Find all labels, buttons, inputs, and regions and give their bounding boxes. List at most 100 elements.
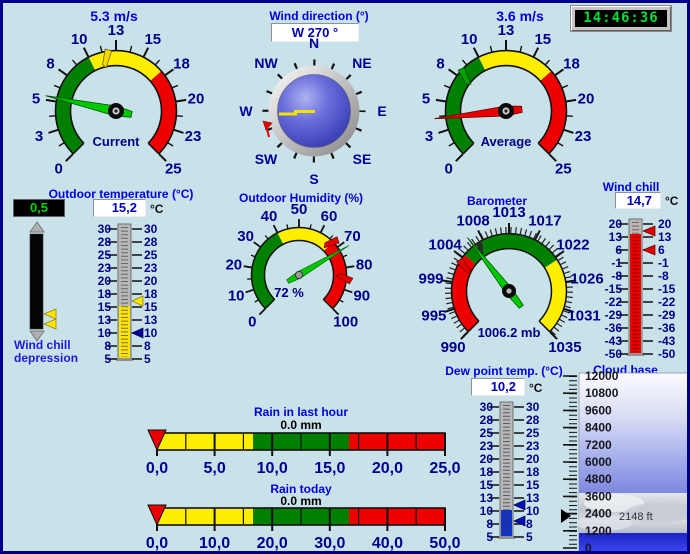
cloud-base-panel: 12000 10800 9600 8400 7200 6000 4800 360… xyxy=(559,371,690,554)
svg-text:20: 20 xyxy=(144,274,158,288)
svg-text:10,0: 10,0 xyxy=(257,460,288,477)
svg-text:-50: -50 xyxy=(605,347,623,361)
svg-text:20: 20 xyxy=(578,90,595,107)
thermo-scale-right: 30 28 25 23 20 18 15 13 10 8 5 xyxy=(526,400,540,544)
svg-text:5: 5 xyxy=(486,530,493,544)
svg-text:5: 5 xyxy=(526,530,533,544)
svg-text:20: 20 xyxy=(225,257,242,274)
svg-text:25,0: 25,0 xyxy=(429,460,460,477)
svg-text:5: 5 xyxy=(144,352,151,366)
svg-text:13: 13 xyxy=(144,313,158,327)
hub-dot xyxy=(506,288,511,293)
svg-text:30: 30 xyxy=(480,400,494,414)
slider-up-arrow[interactable] xyxy=(30,222,44,232)
svg-text:-36: -36 xyxy=(605,321,623,335)
svg-text:13: 13 xyxy=(108,22,125,39)
chill-low-marker xyxy=(643,245,655,255)
svg-text:13: 13 xyxy=(658,230,672,244)
rain-scale-labels: 0,0 5,0 10,0 15,0 20,0 25,0 xyxy=(146,460,461,477)
svg-text:10: 10 xyxy=(98,326,112,340)
wind-chill-thermometer: 20 13 6 -1 -8 -15 -22 -29 -36 -43 -50 20… xyxy=(602,216,688,362)
hub-center xyxy=(504,109,507,112)
svg-text:15: 15 xyxy=(144,31,161,48)
svg-text:-22: -22 xyxy=(658,295,676,309)
outdoor-temp-thermometer: 30 28 25 23 20 18 15 13 10 8 5 30 28 25 … xyxy=(91,221,163,367)
svg-text:20: 20 xyxy=(98,274,112,288)
svg-text:23: 23 xyxy=(575,128,592,145)
svg-text:23: 23 xyxy=(144,261,158,275)
svg-text:5: 5 xyxy=(104,352,111,366)
wind-chill-unit: °C xyxy=(665,194,678,208)
cloud-base-marker xyxy=(561,509,571,523)
rain-hour-bar: 0,0 5,0 10,0 15,0 20,0 25,0 xyxy=(143,427,463,477)
svg-text:0: 0 xyxy=(55,160,63,177)
svg-text:10: 10 xyxy=(228,287,245,304)
svg-text:SE: SE xyxy=(353,151,372,167)
svg-text:30: 30 xyxy=(98,222,112,236)
svg-text:1004: 1004 xyxy=(428,237,462,254)
svg-text:10: 10 xyxy=(71,31,88,48)
svg-text:SW: SW xyxy=(255,151,278,167)
thermo-base xyxy=(116,358,133,361)
humidity-value: 72 % xyxy=(274,285,304,300)
svg-text:10: 10 xyxy=(461,31,478,48)
bar-yellow xyxy=(157,433,253,450)
svg-text:6000: 6000 xyxy=(585,455,612,469)
chill-high-marker xyxy=(643,226,655,236)
svg-text:25: 25 xyxy=(555,160,572,177)
svg-text:8: 8 xyxy=(104,339,111,353)
svg-text:1035: 1035 xyxy=(548,339,581,356)
svg-text:0: 0 xyxy=(585,541,592,554)
svg-text:13: 13 xyxy=(526,491,540,505)
svg-text:15: 15 xyxy=(98,300,112,314)
needle-hub xyxy=(295,271,302,278)
wind-direction-title: Wind direction (°) xyxy=(229,9,409,23)
svg-text:18: 18 xyxy=(98,287,112,301)
svg-text:NE: NE xyxy=(352,55,371,71)
svg-text:15: 15 xyxy=(526,478,540,492)
bar-red xyxy=(349,433,445,450)
svg-text:23: 23 xyxy=(480,439,494,453)
svg-text:80: 80 xyxy=(356,257,373,274)
svg-text:20: 20 xyxy=(658,217,672,231)
svg-text:W: W xyxy=(239,103,253,119)
svg-text:-8: -8 xyxy=(611,269,622,283)
svg-text:25: 25 xyxy=(526,426,540,440)
svg-text:28: 28 xyxy=(144,235,158,249)
svg-text:999: 999 xyxy=(418,271,443,288)
svg-text:10: 10 xyxy=(144,326,158,340)
dew-point-thermometer: 30 28 25 23 20 18 15 13 10 8 5 30 28 25 … xyxy=(473,399,545,545)
slider-marker-1 xyxy=(44,309,56,319)
svg-text:7200: 7200 xyxy=(585,438,612,452)
svg-text:1200: 1200 xyxy=(585,524,612,538)
compass-needle-2 xyxy=(294,110,315,113)
gauge-band xyxy=(452,234,567,332)
svg-text:30: 30 xyxy=(526,400,540,414)
svg-text:3: 3 xyxy=(35,128,43,145)
svg-text:-29: -29 xyxy=(605,308,623,322)
svg-text:1026: 1026 xyxy=(570,271,603,288)
rain-scale-labels: 0,0 10,0 20,0 30,0 40,0 50,0 xyxy=(146,535,461,552)
svg-text:23: 23 xyxy=(185,128,202,145)
svg-text:15,0: 15,0 xyxy=(314,460,345,477)
svg-text:28: 28 xyxy=(98,235,112,249)
rain-hour-title: Rain in last hour xyxy=(223,405,379,419)
svg-text:5: 5 xyxy=(422,90,430,107)
svg-text:8400: 8400 xyxy=(585,421,612,435)
svg-text:-1: -1 xyxy=(611,256,622,270)
thermo-scale-left: 30 28 25 23 20 18 15 13 10 8 5 xyxy=(98,222,112,366)
svg-text:90: 90 xyxy=(353,287,370,304)
barometer-gauge: 990 995 999 1004 1008 1013 1017 1022 102… xyxy=(409,201,609,381)
outdoor-temp-value: 15,2 xyxy=(93,199,146,217)
wind-direction-compass: N NE E SE S SW W NW xyxy=(228,33,400,193)
svg-text:-8: -8 xyxy=(658,269,669,283)
svg-text:30: 30 xyxy=(237,228,254,245)
gauge-name: Current xyxy=(93,134,141,149)
svg-text:20,0: 20,0 xyxy=(257,535,288,552)
svg-text:70: 70 xyxy=(344,228,361,245)
thermo-scale-left: 20 13 6 -1 -8 -15 -22 -29 -36 -43 -50 xyxy=(605,217,623,361)
thermo-scale-left: 30 28 25 23 20 18 15 13 10 8 5 xyxy=(480,400,494,544)
svg-text:100: 100 xyxy=(333,314,358,331)
svg-text:5: 5 xyxy=(32,90,40,107)
svg-text:12000: 12000 xyxy=(585,369,619,383)
